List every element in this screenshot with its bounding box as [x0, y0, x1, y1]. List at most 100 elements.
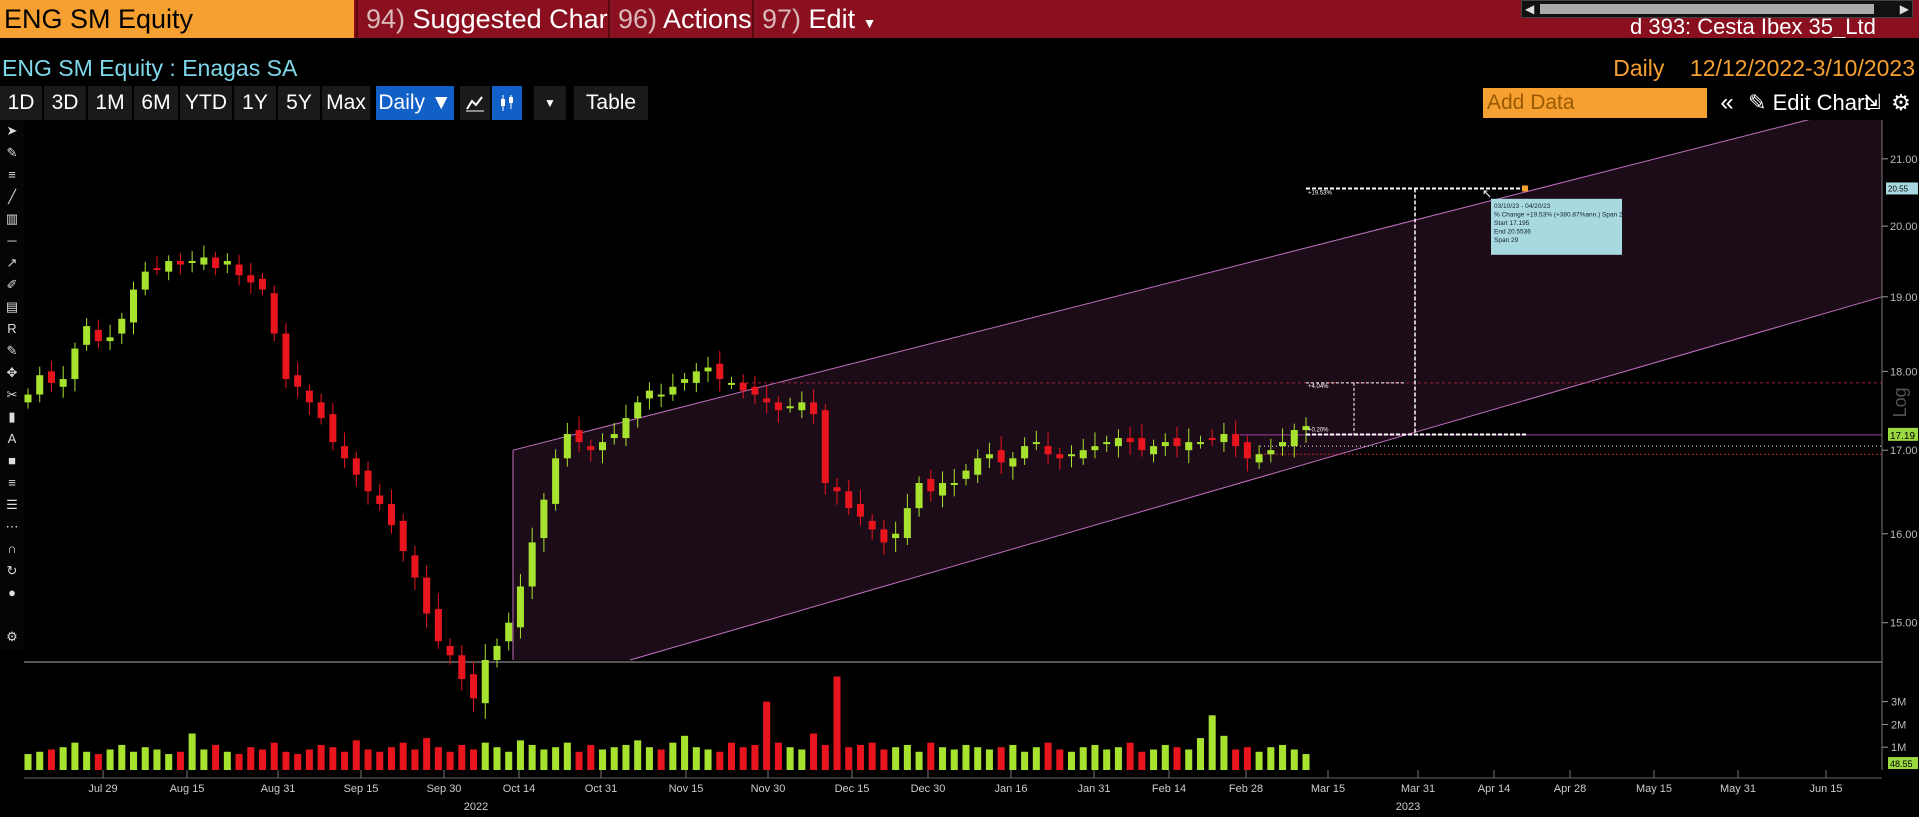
- security-bar: ENG SM Equity : Enagas SA Daily 12/12/20…: [0, 52, 1919, 84]
- volume-bar: [563, 742, 571, 770]
- period-info: Daily 12/12/2022-3/10/2023: [1613, 52, 1915, 84]
- frequency-dropdown[interactable]: Daily ▼: [376, 86, 454, 120]
- candle-up: [985, 454, 993, 459]
- y-tick-label: 20.00: [1890, 221, 1918, 233]
- range-6m-button[interactable]: 6M: [134, 86, 178, 120]
- volume-bar: [387, 747, 395, 770]
- candle-down: [270, 293, 278, 334]
- volume-bar: [188, 733, 196, 770]
- tooltip-line: Span 29: [1494, 237, 1519, 244]
- x-tick-label: Apr 14: [1478, 783, 1510, 795]
- candle-down: [212, 257, 220, 269]
- edit-menu[interactable]: 97) Edit ▼: [752, 0, 885, 38]
- candle-down: [716, 363, 724, 380]
- range-1m-button[interactable]: 1M: [88, 86, 132, 120]
- candle-up: [1067, 454, 1076, 457]
- collapse-icon[interactable]: «: [1714, 86, 1740, 120]
- volume-bar: [176, 751, 184, 770]
- volume-bar: [598, 749, 607, 770]
- volume-bar: [212, 744, 220, 770]
- volume-bar: [165, 754, 173, 770]
- scroll-right-icon[interactable]: ▶: [1900, 2, 1909, 16]
- scroll-thumb[interactable]: [1540, 4, 1874, 14]
- volume-bar: [247, 747, 255, 770]
- volume-bar: [833, 676, 841, 770]
- candle-down: [282, 333, 290, 380]
- candle-up: [704, 367, 712, 372]
- candle-down: [774, 402, 782, 411]
- tooltip-line: 03/10/23 - 04/20/23: [1494, 203, 1551, 210]
- volume-bar: [106, 749, 114, 770]
- volume-bar: [552, 747, 560, 770]
- range-1d-button[interactable]: 1D: [0, 86, 42, 120]
- candle-up: [493, 645, 501, 660]
- last-price-label: 17.19: [1890, 431, 1915, 442]
- candle-down: [458, 655, 466, 680]
- candle-up: [1032, 442, 1040, 445]
- x-tick-label: Jan 16: [994, 783, 1027, 795]
- candle-up: [1079, 450, 1087, 459]
- volume-bar: [939, 747, 947, 770]
- x-tick-label: Oct 31: [585, 783, 617, 795]
- chart-settings-icon[interactable]: ⇲: [1860, 86, 1884, 120]
- x-tick-label: May 15: [1636, 783, 1672, 795]
- volume-bar: [774, 742, 782, 770]
- date-range[interactable]: 12/12/2022-3/10/2023: [1690, 55, 1915, 81]
- tooltip-line: End 20.5536: [1494, 228, 1531, 235]
- volume-bar: [1161, 744, 1169, 770]
- chevron-down-icon[interactable]: ▼: [534, 86, 566, 120]
- range-ytd-button[interactable]: YTD: [180, 86, 232, 120]
- volume-bar: [364, 749, 372, 770]
- ticker-input[interactable]: ENG SM Equity: [0, 0, 354, 38]
- table-button[interactable]: Table: [574, 86, 648, 120]
- volume-bar: [270, 742, 278, 770]
- line-chart-icon[interactable]: [460, 86, 490, 120]
- x-tick-label: Mar 31: [1401, 783, 1435, 795]
- volume-bar: [1255, 751, 1263, 770]
- chart-toolbar: 1D 3D 1M 6M YTD 1Y 5Y Max Daily ▼ ▼ Tabl…: [0, 86, 1919, 120]
- volume-bar: [223, 751, 231, 770]
- edit-chart-button[interactable]: ✎ Edit Chart: [1748, 86, 1870, 120]
- candle-up: [669, 386, 677, 395]
- volume-bar: [411, 749, 419, 770]
- candle-up: [505, 622, 513, 642]
- candle-down: [411, 555, 419, 578]
- volume-bar: [540, 749, 548, 770]
- period-label: Daily: [1613, 55, 1665, 81]
- volume-bar: [845, 747, 853, 770]
- candle-down: [329, 414, 337, 443]
- candle-down: [810, 402, 818, 415]
- candle-down: [399, 520, 407, 552]
- range-5y-button[interactable]: 5Y: [278, 86, 320, 120]
- news-ticker[interactable]: d 393: Cesta Ibex 35_Ltd: [1630, 16, 1915, 38]
- y-tick-label: 16.00: [1890, 529, 1918, 541]
- volume-bar: [669, 742, 677, 770]
- candle-down: [997, 450, 1005, 463]
- range-3d-button[interactable]: 3D: [44, 86, 86, 120]
- volume-bar: [1232, 749, 1240, 770]
- candle-up: [1279, 442, 1287, 447]
- candle-down: [153, 268, 161, 271]
- x-tick-label: Feb 28: [1229, 783, 1263, 795]
- candle-up: [610, 434, 618, 439]
- range-max-button[interactable]: Max: [322, 86, 370, 120]
- candle-down: [1138, 438, 1146, 451]
- scroll-left-icon[interactable]: ◀: [1525, 2, 1534, 16]
- candle-up: [892, 533, 900, 539]
- volume-bar: [1009, 744, 1017, 770]
- volume-bar: [657, 749, 665, 770]
- pct-low-label: +0.20%: [1308, 427, 1329, 433]
- add-data-input[interactable]: Add Data: [1483, 88, 1707, 118]
- volume-bar: [1173, 747, 1181, 770]
- candle-up: [974, 458, 982, 475]
- gear-icon[interactable]: ⚙: [1888, 86, 1914, 120]
- price-chart[interactable]: +19.53% +4.04% +0.20% 03/10/23 - 04/20/23% …: [0, 120, 1919, 817]
- range-1y-button[interactable]: 1Y: [234, 86, 276, 120]
- menu-label: Actions: [663, 4, 752, 34]
- candle-down: [751, 386, 759, 395]
- candlestick-icon[interactable]: [492, 86, 522, 120]
- pct-top-label: +19.53%: [1308, 190, 1333, 196]
- volume-bar: [423, 738, 431, 770]
- volume-bar: [856, 744, 864, 770]
- trend-channel[interactable]: [512, 120, 1883, 661]
